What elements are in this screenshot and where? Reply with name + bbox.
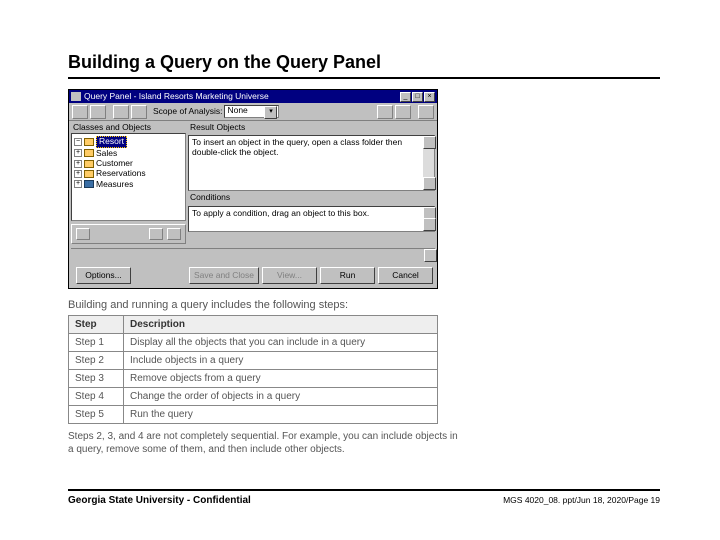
tree-tool-3[interactable]	[167, 228, 181, 240]
folder-icon	[84, 138, 94, 146]
result-label: Result Objects	[190, 123, 435, 132]
view-button[interactable]: View...	[262, 267, 317, 284]
table-row: Step 3Remove objects from a query	[69, 370, 438, 388]
measures-icon	[84, 180, 94, 188]
table-row: Step 2Include objects in a query	[69, 352, 438, 370]
tree-item-resort[interactable]: − Resort	[74, 136, 183, 147]
minimize-button[interactable]: _	[400, 92, 411, 102]
table-row: Step 4Change the order of objects in a q…	[69, 388, 438, 406]
steps-header-step: Step	[69, 316, 124, 334]
window-titlebar[interactable]: Query Panel - Island Resorts Marketing U…	[69, 90, 437, 103]
tree-item-sales[interactable]: + Sales	[74, 149, 183, 158]
conditions-box[interactable]: To apply a condition, drag an object to …	[188, 206, 435, 232]
toolbar-button-6[interactable]	[395, 105, 411, 119]
save-close-button[interactable]: Save and Close	[189, 267, 259, 284]
tree-item-customer[interactable]: + Customer	[74, 159, 183, 168]
tree-item-measures[interactable]: + Measures	[74, 180, 183, 189]
scrollbar[interactable]	[423, 207, 434, 231]
toolbar-button-7[interactable]	[418, 105, 434, 119]
run-button[interactable]: Run	[320, 267, 375, 284]
expander-icon[interactable]: +	[74, 160, 82, 168]
classes-tree[interactable]: − Resort + Sales + Customer	[71, 133, 186, 221]
folder-icon	[84, 170, 94, 178]
result-hint: To insert an object in the query, open a…	[192, 137, 402, 156]
tree-item-reservations[interactable]: + Reservations	[74, 169, 183, 178]
options-button[interactable]: Options...	[76, 267, 131, 284]
tree-tool-2[interactable]	[149, 228, 163, 240]
steps-intro: Building and running a query includes th…	[68, 299, 660, 311]
folder-icon	[84, 160, 94, 168]
expander-icon[interactable]: +	[74, 180, 82, 188]
close-button[interactable]: ×	[424, 92, 435, 102]
table-row: Step 5Run the query	[69, 406, 438, 424]
steps-table: Step Description Step 1Display all the o…	[68, 315, 438, 424]
scrollbar[interactable]	[424, 249, 435, 262]
title-divider	[68, 77, 660, 79]
table-row: Step 1Display all the objects that you c…	[69, 334, 438, 352]
tree-tool-1[interactable]	[76, 228, 90, 240]
toolbar-button-4[interactable]	[131, 105, 147, 119]
page-title: Building a Query on the Query Panel	[68, 52, 660, 73]
result-objects-box[interactable]: To insert an object in the query, open a…	[188, 135, 435, 191]
slide-footer: Georgia State University - Confidential …	[68, 489, 660, 506]
tree-toolbar	[71, 224, 186, 244]
footer-divider	[68, 489, 660, 491]
query-panel-window: Query Panel - Island Resorts Marketing U…	[68, 89, 438, 289]
maximize-button[interactable]: □	[412, 92, 423, 102]
expander-icon[interactable]: −	[74, 138, 82, 146]
expander-icon[interactable]: +	[74, 149, 82, 157]
steps-note: Steps 2, 3, and 4 are not completely seq…	[68, 430, 458, 456]
toolbar-button-1[interactable]	[72, 105, 88, 119]
scope-select[interactable]: None	[224, 105, 279, 118]
window-title: Query Panel - Island Resorts Marketing U…	[84, 92, 400, 101]
conditions-hint: To apply a condition, drag an object to …	[192, 208, 369, 218]
toolbar: Scope of Analysis: None	[69, 103, 437, 121]
classes-label: Classes and Objects	[73, 123, 186, 132]
steps-header-desc: Description	[124, 316, 438, 334]
scrollbar[interactable]	[423, 136, 434, 190]
toolbar-button-2[interactable]	[90, 105, 106, 119]
toolbar-button-3[interactable]	[113, 105, 129, 119]
status-area	[71, 248, 435, 262]
dialog-buttons: Options... Save and Close View... Run Ca…	[69, 264, 437, 288]
expander-icon[interactable]: +	[74, 170, 82, 178]
folder-icon	[84, 149, 94, 157]
toolbar-button-5[interactable]	[377, 105, 393, 119]
footer-right: MGS 4020_08. ppt/Jun 18, 2020/Page 19	[503, 495, 660, 506]
scope-label: Scope of Analysis:	[153, 107, 222, 116]
cancel-button[interactable]: Cancel	[378, 267, 433, 284]
app-icon	[71, 92, 81, 101]
footer-left: Georgia State University - Confidential	[68, 495, 251, 506]
conditions-label: Conditions	[190, 193, 435, 202]
